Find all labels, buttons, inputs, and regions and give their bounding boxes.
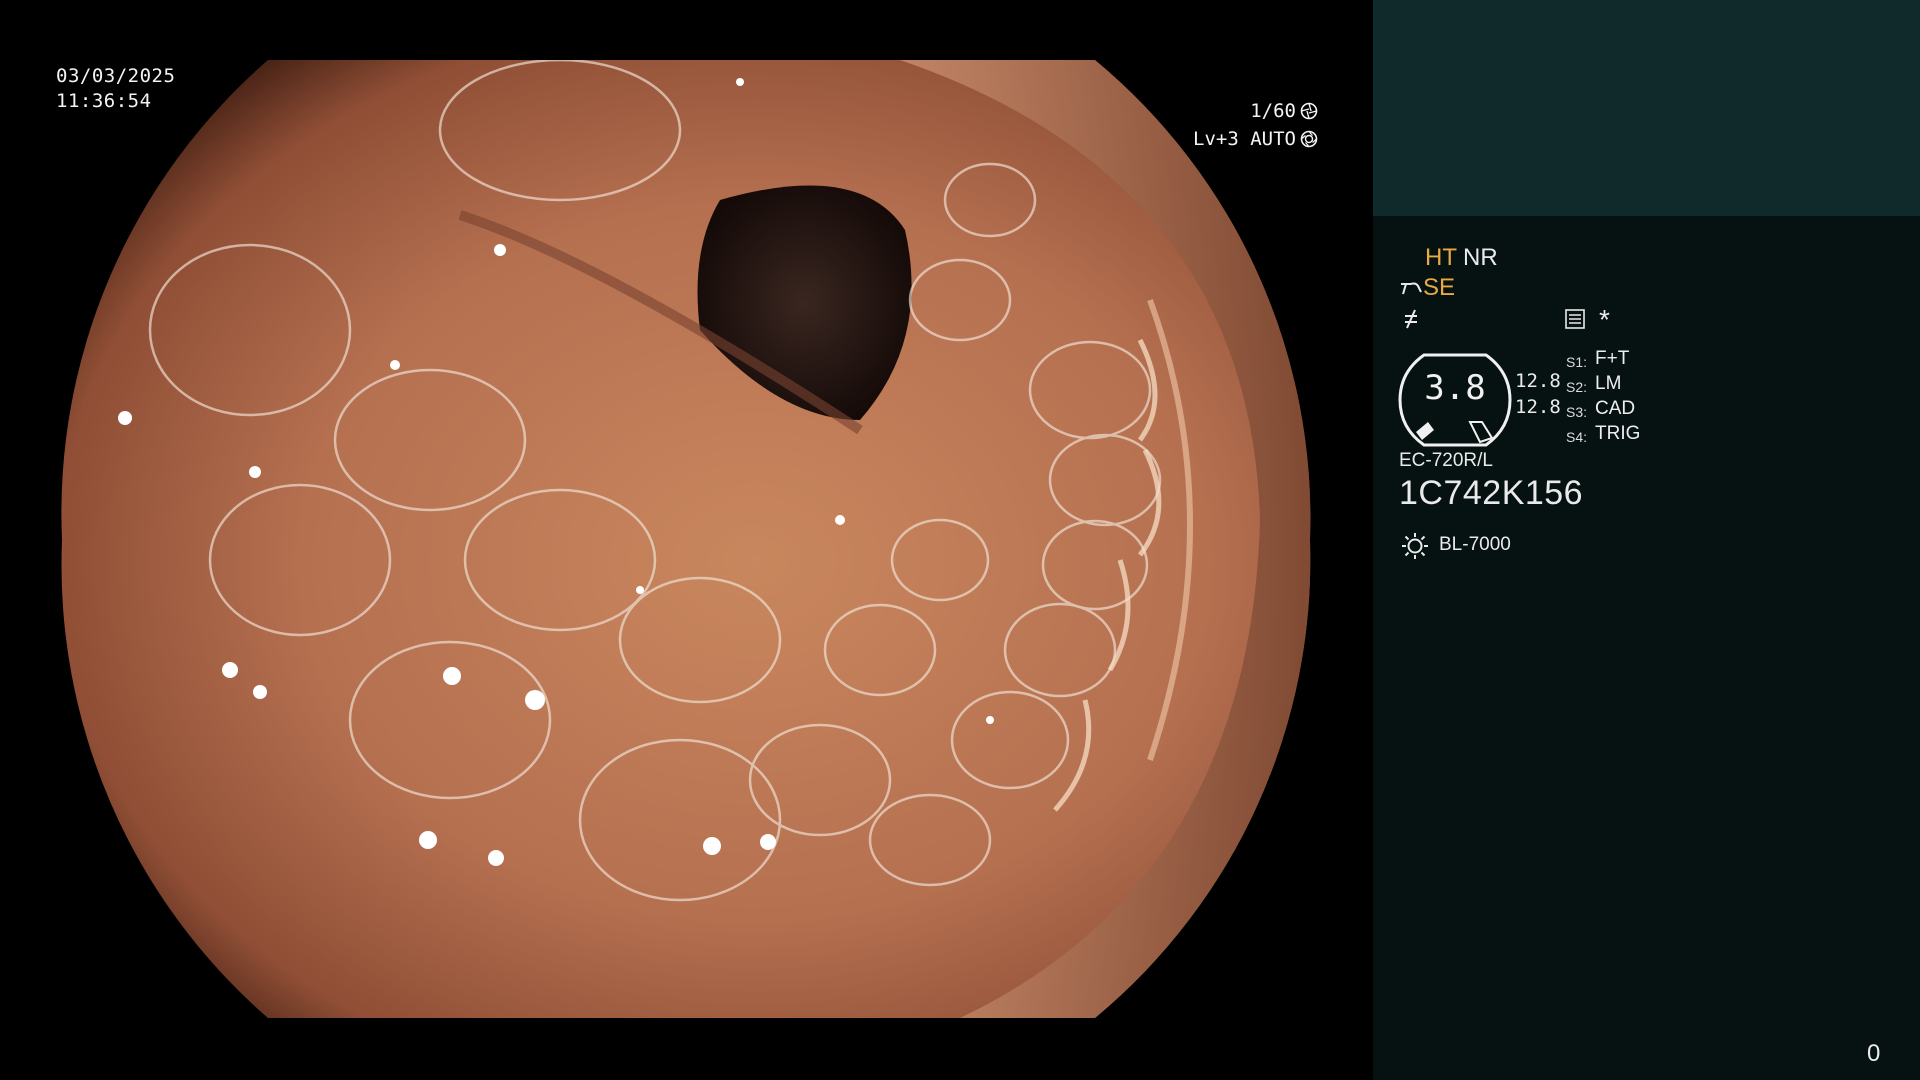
asterisk-indicator: * <box>1599 304 1610 335</box>
endoscope-view: 03/03/2025 11:36:54 1/60 Lv+3 AUTO <box>0 0 1372 1080</box>
switch-value-1: F+T <box>1595 348 1630 369</box>
structure-enhance-icon <box>1401 282 1422 295</box>
switch-key-4: S4: <box>1566 429 1588 445</box>
gauge-value: 3.8 <box>1424 368 1486 408</box>
se-mode-label: SE <box>1423 274 1456 301</box>
switch-value-2: LM <box>1595 373 1622 394</box>
freeze-icon <box>1405 309 1417 329</box>
exposure-readout: Lv+3 AUTO <box>1193 126 1318 152</box>
light-source-icon <box>1402 533 1428 559</box>
switch-value-4: TRIG <box>1595 423 1641 444</box>
frame-counter: 0 <box>1867 1040 1881 1067</box>
info-panel: HT NR SE * 3.8 12.8 12.8 S1: F+T S2: LM … <box>1373 216 1920 1080</box>
scope-model: EC-720R/L <box>1399 450 1493 471</box>
colon-lumen-image <box>61 60 1311 1018</box>
light-source-label: BL-7000 <box>1439 534 1511 555</box>
shutter-icon <box>1300 102 1318 120</box>
panel-header-area <box>1373 0 1920 216</box>
shutter-speed: 1/60 <box>1250 100 1296 122</box>
ht-mode-label: HT <box>1425 244 1457 271</box>
switch-key-3: S3: <box>1566 404 1588 420</box>
exposure-level: Lv+3 AUTO <box>1193 128 1296 150</box>
menu-icon <box>1565 309 1585 329</box>
switch-key-2: S2: <box>1566 379 1588 395</box>
time-readout: 11:36:54 <box>56 90 152 112</box>
switch-key-1: S1: <box>1566 354 1588 370</box>
switch-value-3: CAD <box>1595 398 1636 419</box>
value-b: 12.8 <box>1515 396 1561 418</box>
nr-mode-label: NR <box>1463 244 1498 271</box>
scope-serial: 1C742K156 <box>1399 474 1584 512</box>
value-a: 12.8 <box>1515 370 1561 392</box>
date-readout: 03/03/2025 <box>56 65 176 87</box>
iris-icon <box>1300 130 1318 148</box>
shutter-readout: 1/60 <box>1250 98 1318 124</box>
